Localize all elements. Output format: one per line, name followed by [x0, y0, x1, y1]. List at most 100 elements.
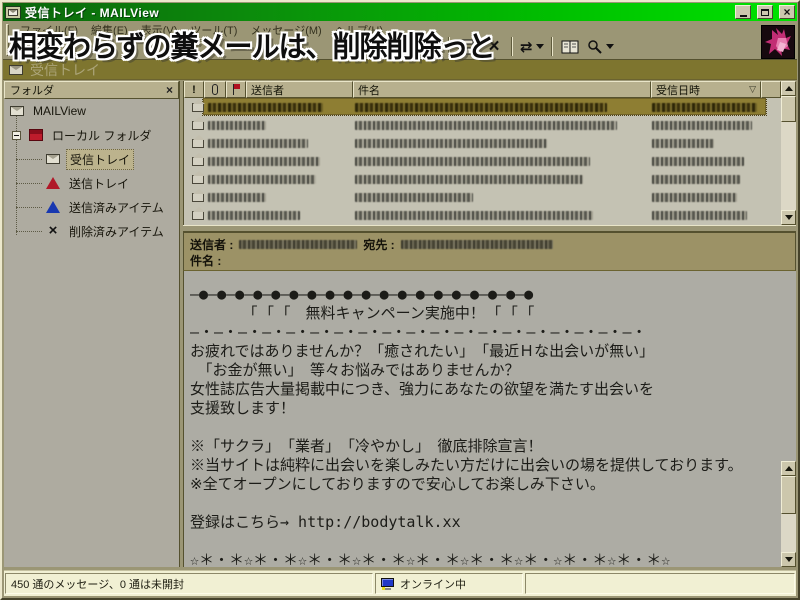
title-bar[interactable]: 受信トレイ - MAILView × [3, 3, 797, 21]
redacted-date [652, 121, 752, 130]
right-pane: !送信者件名受信日時▽ 送信者 : 宛先 : 件名 : ―●―●―●―●―●― [183, 81, 796, 567]
folder-label: MAILView [30, 103, 89, 119]
list-scrollbar[interactable] [781, 81, 796, 225]
scrollbar-thumb[interactable] [781, 96, 796, 122]
online-label: オンライン中 [400, 576, 466, 592]
folder-panel-header: フォルダ × [4, 81, 179, 99]
message-row[interactable] [184, 98, 781, 116]
message-row[interactable] [184, 170, 781, 188]
tree-expander-icon[interactable] [12, 131, 21, 140]
dropdown-arrow-icon[interactable] [536, 44, 544, 49]
message-row[interactable] [184, 188, 781, 206]
column-header-priority[interactable]: ! [184, 81, 204, 98]
window-title: 受信トレイ - MAILView [25, 4, 729, 21]
folder-tree-item[interactable]: 受信トレイ [4, 147, 179, 171]
panel-close-icon[interactable]: × [166, 83, 173, 97]
redacted-subject [355, 121, 617, 130]
envelope-icon [10, 106, 24, 116]
message-row[interactable] [184, 134, 781, 152]
redacted-sender [208, 121, 266, 130]
redacted-to [401, 240, 553, 249]
column-header-received[interactable]: 受信日時 ▽ [651, 81, 761, 98]
redacted-subject [355, 139, 547, 148]
folder-panel-title: フォルダ [10, 82, 166, 98]
column-label: 受信日時 [656, 82, 700, 98]
message-list: ! 送信者 件名受信日時 ▽ [183, 81, 796, 225]
redacted-sender [208, 139, 308, 148]
preview-scrollbar[interactable] [781, 461, 796, 567]
pane-splitter[interactable] [183, 225, 796, 232]
preview-body: ―●―●―●―●―●―●―●―●―●―●―●―●―●―●―●―●―●―●―● ｢… [183, 271, 796, 567]
up-arrow-blue-icon [46, 201, 60, 213]
column-label: ! [192, 84, 196, 96]
redacted-date [652, 157, 744, 166]
redacted-sender [208, 103, 323, 112]
close-icon: × [783, 7, 790, 17]
open-envelope-icon [192, 139, 204, 148]
folder-label: 受信トレイ [66, 149, 134, 170]
mailview-window: 受信トレイ - MAILView × ファイル(F)編集(E)表示(V)ツール(… [0, 0, 800, 600]
scroll-down-icon[interactable] [781, 552, 796, 567]
find-icon [587, 39, 603, 55]
folder-tree-item[interactable]: 送信済みアイテム [4, 195, 179, 219]
redacted-subject [355, 103, 607, 112]
toolbar-separator [551, 37, 553, 56]
redacted-date [652, 139, 714, 148]
open-envelope-icon [192, 157, 204, 166]
address-book-button[interactable] [560, 36, 580, 58]
folder-tree-item[interactable]: 削除済みアイテム [4, 219, 179, 243]
list-header: ! 送信者 件名受信日時 ▽ [184, 81, 781, 98]
folder-tree-item[interactable]: MAILView [4, 99, 179, 123]
open-envelope-icon [192, 121, 204, 130]
find-button[interactable] [587, 36, 614, 58]
folder-label: 送信済みアイテム [66, 198, 167, 217]
column-label: 送信者 [251, 82, 284, 98]
maximize-button[interactable] [757, 5, 773, 19]
dropdown-arrow-icon[interactable] [606, 44, 614, 49]
minimize-button[interactable] [735, 5, 751, 19]
toolbar-separator [511, 37, 513, 56]
redacted-date [652, 103, 757, 112]
folder-tree-item[interactable]: ローカル フォルダ [4, 123, 179, 147]
folder-label: ローカル フォルダ [49, 126, 154, 145]
status-bar: 450 通のメッセージ、0 通は未開封 オンライン中 [4, 570, 796, 596]
column-header-sender[interactable]: 送信者 [246, 81, 353, 98]
message-row[interactable] [184, 116, 781, 134]
redacted-sender [208, 175, 316, 184]
scroll-up-icon[interactable] [781, 461, 796, 476]
logo-flower-icon [762, 26, 794, 58]
from-label: 送信者 : [190, 236, 233, 253]
folder-label: 削除済みアイテム [66, 222, 167, 241]
column-header-spare[interactable] [761, 81, 781, 98]
scroll-up-icon[interactable] [781, 81, 796, 96]
graffiti-overlay-text: 相変わらずの糞メールは、削除削除っと [9, 24, 494, 66]
column-header-flag[interactable] [226, 81, 246, 98]
folder-tree: MAILView ローカル フォルダ受信トレイ送信トレイ送信済みアイテム削除済みア… [4, 99, 179, 567]
redacted-date [652, 211, 747, 220]
paperclip-icon [212, 84, 218, 95]
envelope-icon [46, 154, 60, 164]
scroll-down-icon[interactable] [781, 210, 796, 225]
redacted-subject [355, 175, 583, 184]
column-header-attachment[interactable] [204, 81, 226, 98]
up-arrow-red-icon [46, 177, 60, 189]
message-rows [184, 98, 781, 225]
message-body-text: ―●―●―●―●―●―●―●―●―●―●―●―●―●―●―●―●―●―●―● ｢… [184, 271, 796, 567]
folder-label: 送信トレイ [66, 174, 132, 193]
app-logo [761, 25, 795, 59]
column-header-subject[interactable]: 件名 [353, 81, 651, 98]
close-button[interactable]: × [779, 5, 795, 19]
envelope-icon [9, 65, 23, 75]
folder-panel: フォルダ × MAILView ローカル フォルダ受信トレイ送信トレイ送信済みアイ… [4, 81, 180, 567]
folder-tree-item[interactable]: 送信トレイ [4, 171, 179, 195]
redacted-sender [208, 193, 266, 202]
message-row[interactable] [184, 206, 781, 224]
sort-indicator: ▽ [749, 84, 756, 95]
open-envelope-icon [192, 175, 204, 184]
message-row[interactable] [184, 152, 781, 170]
refresh-button[interactable]: ⇄ [520, 36, 544, 58]
redacted-date [652, 175, 740, 184]
redacted-subject [355, 157, 590, 166]
scrollbar-thumb[interactable] [781, 476, 796, 514]
online-monitor-icon [381, 578, 395, 590]
